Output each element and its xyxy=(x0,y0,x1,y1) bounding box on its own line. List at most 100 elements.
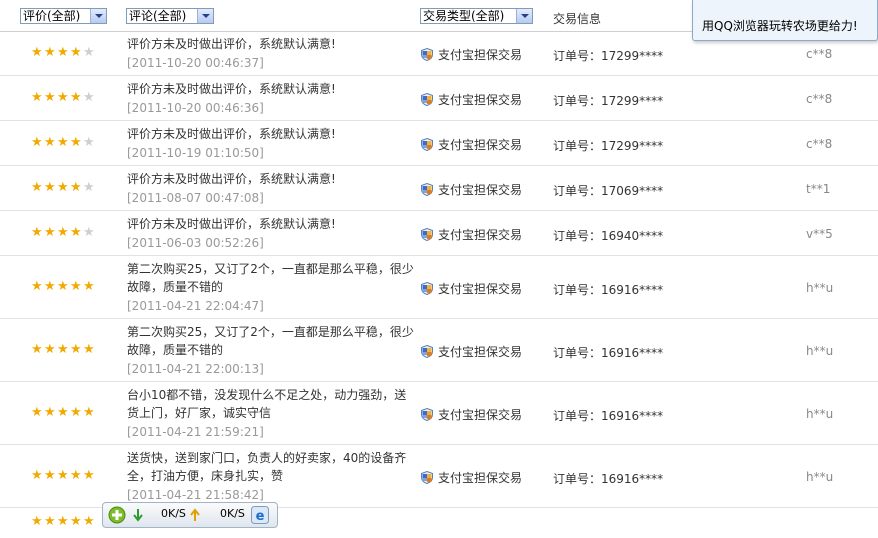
order-number: 订单号：17299**** xyxy=(553,48,664,63)
order-number: 订单号：16916**** xyxy=(553,471,664,486)
review-row: ★ ★ ★ ★ ★ 评价方未及时做出评价，系统默认满意! [2011-10-19 01:10… xyxy=(0,121,878,166)
star-icon: ★ xyxy=(83,514,95,529)
star-icon: ★ xyxy=(70,341,82,357)
comment-date: [2011-04-21 22:00:13] xyxy=(127,362,264,376)
review-comment: 评价方未及时做出评价，系统默认满意! [2011-10-20 00:46:36] xyxy=(127,80,417,118)
trade-type-filter-select[interactable]: 交易类型(全部) xyxy=(420,8,533,24)
star-icon: ★ xyxy=(83,89,95,105)
alipay-shield-icon xyxy=(421,182,433,196)
ie-browser-icon[interactable]: e xyxy=(251,506,269,524)
star-icon: ★ xyxy=(83,134,95,150)
rating-stars: ★ ★ ★ ★ ★ xyxy=(31,278,96,294)
comment-filter-select[interactable]: 评论(全部) xyxy=(126,8,214,24)
buyer-name[interactable]: v**5 xyxy=(806,227,833,241)
star-icon: ★ xyxy=(83,224,95,240)
star-icon: ★ xyxy=(44,89,56,105)
star-icon: ★ xyxy=(57,467,69,483)
buyer-name[interactable]: c**8 xyxy=(806,92,832,106)
star-icon: ★ xyxy=(44,44,56,60)
review-comment: 台小10都不错，没发现什么不足之处，动力强劲，送货上门，好厂家，诚实守信 [201… xyxy=(127,386,417,442)
review-comment: 评价方未及时做出评价，系统默认满意! [2011-10-19 01:10:50] xyxy=(127,125,417,163)
star-icon: ★ xyxy=(44,341,56,357)
rating-stars: ★ ★ ★ ★ ★ xyxy=(31,341,96,357)
rating-filter-select[interactable]: 评价(全部) xyxy=(20,8,107,24)
rating-filter-label: 评价(全部) xyxy=(23,9,81,23)
comment-filter-label: 评论(全部) xyxy=(129,9,187,23)
star-icon: ★ xyxy=(44,278,56,294)
review-comment: 第二次购买25，又订了2个，一直都是那么平稳，很少故障，质量不错的 [2011-0… xyxy=(127,260,417,316)
star-icon: ★ xyxy=(83,404,95,420)
trade-type: 支付宝担保交易 xyxy=(421,469,522,486)
star-icon: ★ xyxy=(70,179,82,195)
upload-arrow-icon xyxy=(190,508,200,521)
star-icon: ★ xyxy=(57,224,69,240)
star-icon: ★ xyxy=(31,514,43,529)
star-icon: ★ xyxy=(31,89,43,105)
star-icon: ★ xyxy=(31,224,43,240)
browser-promo-tooltip[interactable]: 用QQ浏览器玩转农场更给力! xyxy=(692,0,878,41)
comment-date: [2011-10-20 00:46:36] xyxy=(127,101,264,115)
buyer-name[interactable]: h**u xyxy=(806,407,833,421)
order-number: 订单号：17299**** xyxy=(553,93,664,108)
buyer-name[interactable]: h**u xyxy=(806,344,833,358)
review-row: ★ ★ ★ ★ ★ 第二次购买25，又订了2个，一直都是那么平稳，很少故障，质量不错的 [2… xyxy=(0,256,878,319)
star-icon: ★ xyxy=(57,89,69,105)
star-icon: ★ xyxy=(44,514,56,529)
review-comment: 评价方未及时做出评价，系统默认满意! [2011-10-20 00:46:37] xyxy=(127,35,417,73)
trade-type-label: 支付宝担保交易 xyxy=(438,182,523,197)
buyer-name[interactable]: c**8 xyxy=(806,47,832,61)
trade-info-header: 交易信息 xyxy=(553,12,602,26)
star-icon: ★ xyxy=(57,341,69,357)
star-icon: ★ xyxy=(57,179,69,195)
chevron-down-icon xyxy=(197,9,213,23)
trade-type-label: 支付宝担保交易 xyxy=(438,470,523,485)
trade-type: 支付宝担保交易 xyxy=(421,280,522,297)
rating-stars: ★ ★ ★ ★ ★ xyxy=(31,404,96,420)
star-icon: ★ xyxy=(70,224,82,240)
buyer-name[interactable]: h**u xyxy=(806,470,833,484)
star-icon: ★ xyxy=(44,404,56,420)
star-icon: ★ xyxy=(70,44,82,60)
trade-type-label: 支付宝担保交易 xyxy=(438,281,523,296)
buyer-name[interactable]: c**8 xyxy=(806,137,832,151)
comment-text: 送货快，送到家门口，负责人的好卖家，40的设备齐全，打油方便，床身扎实，赞 xyxy=(127,451,407,483)
star-icon: ★ xyxy=(70,404,82,420)
chevron-down-icon xyxy=(516,9,532,23)
buyer-name[interactable]: h**u xyxy=(806,281,833,295)
star-icon: ★ xyxy=(57,44,69,60)
buyer-name[interactable]: t**1 xyxy=(806,182,830,196)
comment-text: 评价方未及时做出评价，系统默认满意! xyxy=(127,127,336,141)
order-number: 订单号：16916**** xyxy=(553,282,664,297)
star-icon: ★ xyxy=(44,179,56,195)
trade-type-label: 支付宝担保交易 xyxy=(438,344,523,359)
comment-text: 评价方未及时做出评价，系统默认满意! xyxy=(127,172,336,186)
star-icon: ★ xyxy=(83,341,95,357)
download-speed: 0K/S xyxy=(161,507,186,520)
comment-text: 台小10都不错，没发现什么不足之处，动力强劲，送货上门，好厂家，诚实守信 xyxy=(127,388,407,420)
comment-date: [2011-10-20 00:46:37] xyxy=(127,56,264,70)
alipay-shield-icon xyxy=(421,227,433,241)
trade-type: 支付宝担保交易 xyxy=(421,46,522,63)
trade-type: 支付宝担保交易 xyxy=(421,136,522,153)
trade-type-filter-label: 交易类型(全部) xyxy=(423,9,505,23)
review-row: ★ ★ ★ ★ ★ 评价方未及时做出评价，系统默认满意! [2011-10-20 00:46… xyxy=(0,76,878,121)
order-number: 订单号：16916**** xyxy=(553,408,664,423)
trade-type: 支付宝担保交易 xyxy=(421,226,522,243)
review-comment: 评价方未及时做出评价，系统默认满意! [2011-06-03 00:52:26] xyxy=(127,215,417,253)
alipay-shield-icon xyxy=(421,47,433,61)
review-comment: 第二次购买25，又订了2个，一直都是那么平稳，很少故障，质量不错的 [2011-0… xyxy=(127,323,417,379)
star-icon: ★ xyxy=(57,278,69,294)
star-icon: ★ xyxy=(31,134,43,150)
comment-date: [2011-04-21 22:04:47] xyxy=(127,299,264,313)
add-icon[interactable] xyxy=(108,506,126,524)
order-number: 订单号：17299**** xyxy=(553,138,664,153)
star-icon: ★ xyxy=(57,134,69,150)
review-row: ★ ★ ★ ★ ★ 送货快，送到家门口，负责人的好卖家，40的设备齐全，打油方便，床身扎实… xyxy=(0,445,878,508)
rating-stars: ★ ★ ★ ★ ★ xyxy=(31,89,96,105)
star-icon: ★ xyxy=(44,224,56,240)
star-icon: ★ xyxy=(31,179,43,195)
rating-stars: ★ ★ ★ ★ ★ xyxy=(31,134,96,150)
alipay-shield-icon xyxy=(421,137,433,151)
star-icon: ★ xyxy=(31,44,43,60)
order-number: 订单号：16916**** xyxy=(553,345,664,360)
